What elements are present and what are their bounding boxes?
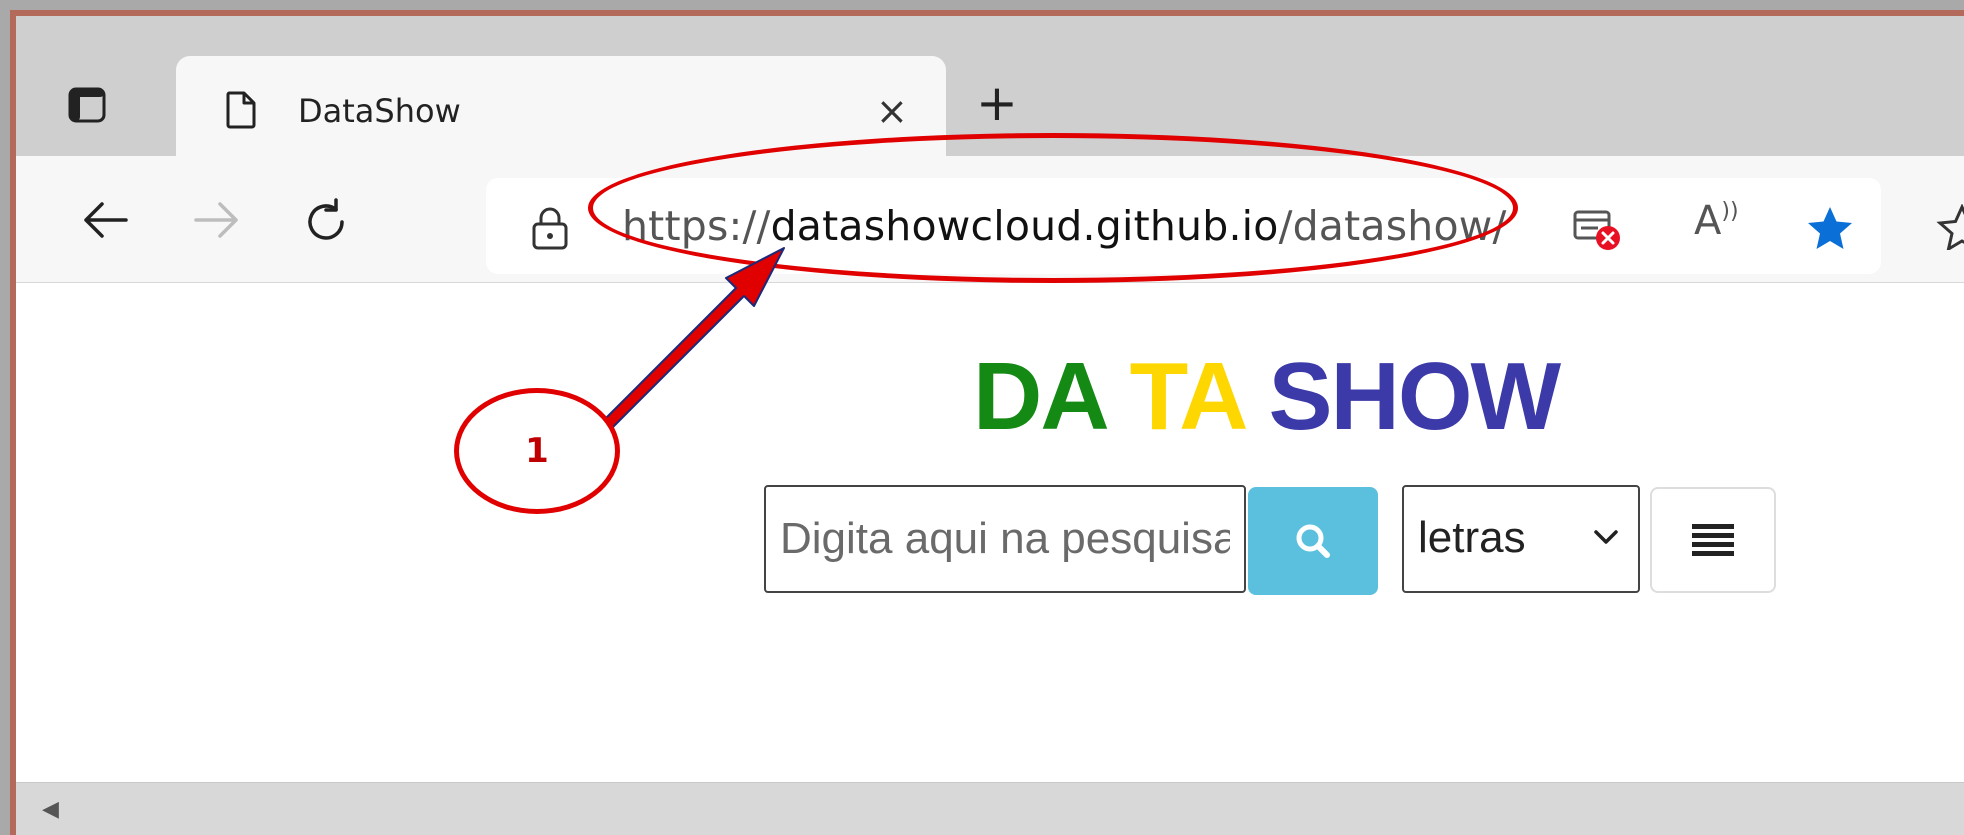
tab-actions-button[interactable] bbox=[60, 78, 114, 132]
search-button[interactable] bbox=[1248, 487, 1378, 595]
logo-part-show: SHOW bbox=[1268, 343, 1562, 450]
horizontal-scrollbar[interactable]: ◀ bbox=[16, 782, 1964, 835]
favorite-star-icon[interactable] bbox=[1804, 204, 1856, 254]
refresh-icon[interactable] bbox=[300, 196, 352, 248]
logo-part-ta: TA bbox=[1129, 343, 1249, 450]
tab-strip: DataShow × + bbox=[16, 16, 1964, 166]
search-input[interactable] bbox=[764, 485, 1246, 593]
url-text[interactable]: https://datashowcloud.github.io/datashow… bbox=[622, 202, 1507, 250]
tracking-blocked-icon[interactable] bbox=[1572, 208, 1628, 252]
page-icon bbox=[226, 91, 256, 129]
logo-part-da: DA bbox=[973, 343, 1110, 450]
url-scheme: https:// bbox=[622, 202, 771, 250]
hamburger-menu-icon bbox=[1692, 524, 1734, 556]
search-mode-select[interactable]: letras bbox=[1402, 485, 1640, 593]
scroll-left-icon[interactable]: ◀ bbox=[42, 797, 59, 822]
chevron-down-icon bbox=[1594, 530, 1618, 544]
page-content: DATASHOW letras bbox=[16, 283, 1964, 783]
read-aloud-icon[interactable]: A)) bbox=[1694, 198, 1739, 244]
favorites-icon[interactable] bbox=[1936, 204, 1964, 250]
new-tab-button[interactable]: + bbox=[976, 78, 1018, 128]
tab-datashow[interactable]: DataShow × bbox=[176, 56, 946, 166]
menu-button[interactable] bbox=[1650, 487, 1776, 593]
search-mode-value: letras bbox=[1418, 513, 1526, 562]
browser-window: DataShow × + https://datashowcloud.githu… bbox=[10, 10, 1964, 835]
tab-actions-icon bbox=[68, 87, 106, 123]
address-bar[interactable]: https://datashowcloud.github.io/datashow… bbox=[486, 178, 1881, 274]
navigation-toolbar: https://datashowcloud.github.io/datashow… bbox=[16, 156, 1964, 283]
url-path: /datashow/ bbox=[1278, 202, 1507, 250]
back-icon[interactable] bbox=[80, 200, 130, 240]
lock-icon[interactable] bbox=[530, 206, 570, 250]
url-host: datashowcloud.github.io bbox=[770, 202, 1279, 250]
search-icon bbox=[1296, 524, 1330, 558]
datashow-logo: DA TA SHOW bbox=[973, 349, 1581, 445]
forward-icon[interactable] bbox=[192, 200, 242, 240]
close-tab-icon[interactable]: × bbox=[876, 92, 908, 130]
tab-title: DataShow bbox=[298, 92, 461, 130]
